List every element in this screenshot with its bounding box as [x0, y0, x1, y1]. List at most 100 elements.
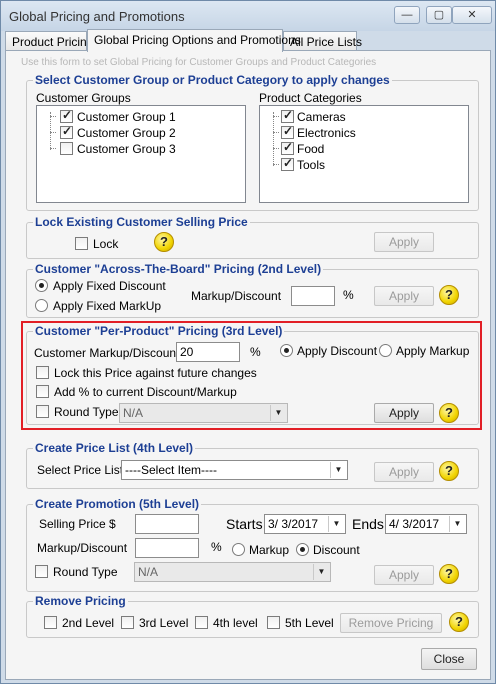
discount-label: Discount: [313, 543, 360, 557]
apply-fixed-markup-radio[interactable]: [35, 299, 48, 312]
markup-discount-label: Markup/Discount: [191, 289, 282, 303]
customer-group-1-checkbox[interactable]: [60, 108, 73, 123]
category-tools-checkbox[interactable]: [281, 156, 294, 171]
level2-markup-input[interactable]: [291, 286, 335, 306]
remove-level2-checkbox[interactable]: [44, 616, 57, 629]
product-categories-list[interactable]: Cameras Electronics Food Tools: [259, 105, 469, 203]
help-icon[interactable]: ?: [449, 612, 469, 632]
selling-price-label: Selling Price $: [39, 517, 116, 531]
help-icon[interactable]: ?: [439, 403, 459, 423]
remove-level4-checkbox[interactable]: [195, 616, 208, 629]
category-label: Electronics: [297, 126, 356, 140]
chevron-down-icon: ▼: [330, 462, 346, 478]
lock-label: Lock: [93, 237, 119, 251]
level5-markup-input[interactable]: [135, 538, 199, 558]
category-electronics-checkbox[interactable]: [281, 124, 294, 139]
remove-level5-label: 5th Level: [285, 616, 334, 630]
level5-round-type-select[interactable]: N/A ▼: [134, 562, 331, 582]
remove-pricing-button[interactable]: Remove Pricing: [340, 613, 442, 633]
add-percent-label: Add % to current Discount/Markup: [54, 385, 237, 399]
price-list-value: ----Select Item----: [125, 463, 217, 477]
category-label: Tools: [297, 158, 326, 172]
customer-group-label: Customer Group 1: [77, 110, 176, 124]
round-type-label: Round Type: [53, 565, 118, 579]
starts-label: Starts: [226, 516, 263, 532]
level4-apply-button[interactable]: Apply: [374, 462, 434, 482]
round-type-value: N/A: [138, 565, 159, 579]
tab-product-pricing[interactable]: Product Pricing: [5, 31, 93, 51]
select-price-list-label: Select Price List: [37, 463, 124, 477]
chevron-down-icon: ▼: [328, 516, 344, 532]
round-type-label: Round Type: [54, 405, 119, 419]
apply-markup-radio[interactable]: [379, 344, 392, 357]
customer-groups-label: Customer Groups: [36, 91, 131, 105]
starts-date-picker[interactable]: 3/ 3/2017 ▼: [264, 514, 346, 534]
round-type-checkbox[interactable]: [36, 405, 49, 418]
tab-global-pricing[interactable]: Global Pricing Options and Promotions: [87, 29, 301, 52]
help-icon[interactable]: ?: [439, 461, 459, 481]
apply-fixed-discount-radio[interactable]: [35, 279, 48, 292]
selling-price-input[interactable]: [135, 514, 199, 534]
category-label: Cameras: [297, 110, 346, 124]
apply-discount-radio[interactable]: [280, 344, 293, 357]
price-list-select[interactable]: ----Select Item---- ▼: [121, 460, 348, 480]
tree-line: [50, 112, 51, 150]
remove-level5-checkbox[interactable]: [267, 616, 280, 629]
section-title: Create Promotion (5th Level): [33, 497, 202, 511]
help-icon[interactable]: ?: [439, 564, 459, 584]
tab-label: Global Pricing Options and Promotions: [94, 33, 301, 47]
help-icon[interactable]: ?: [154, 232, 174, 252]
category-label: Food: [297, 142, 325, 156]
round-type-value: N/A: [123, 406, 144, 420]
markup-radio[interactable]: [232, 543, 245, 556]
add-percent-checkbox[interactable]: [36, 385, 49, 398]
lock-apply-button[interactable]: Apply: [374, 232, 434, 252]
product-categories-label: Product Categories: [259, 91, 362, 105]
markup-label: Markup: [249, 543, 290, 557]
tree-line: [273, 132, 279, 133]
level3-markup-input[interactable]: 20: [176, 342, 240, 362]
tree-line: [273, 148, 279, 149]
customer-group-2-checkbox[interactable]: [60, 124, 73, 139]
ends-date-value: 4/ 3/2017: [389, 517, 440, 531]
tree-line: [273, 112, 274, 166]
section-title: Customer "Across-The-Board" Pricing (2nd…: [33, 262, 324, 276]
discount-radio[interactable]: [296, 543, 309, 556]
customer-groups-list[interactable]: Customer Group 1 Customer Group 2 Custom…: [36, 105, 246, 203]
lock-price-label: Lock this Price against future changes: [54, 366, 257, 380]
maximize-icon[interactable]: ▢: [426, 6, 452, 24]
round-type-select[interactable]: N/A ▼: [119, 403, 288, 423]
category-food-checkbox[interactable]: [281, 140, 294, 155]
remove-level4-label: 4th level: [213, 616, 258, 630]
title-bar: Global Pricing and Promotions — ▢ ✕: [1, 1, 495, 31]
markup-discount-label: Markup/Discount: [37, 541, 128, 555]
remove-level2-label: 2nd Level: [62, 616, 115, 630]
section-title: Create Price List (4th Level): [33, 441, 196, 455]
chevron-down-icon: ▼: [313, 564, 329, 580]
tree-line: [273, 116, 279, 117]
help-icon[interactable]: ?: [439, 285, 459, 305]
ends-date-picker[interactable]: 4/ 3/2017 ▼: [385, 514, 467, 534]
lock-price-checkbox[interactable]: [36, 366, 49, 379]
level5-round-type-checkbox[interactable]: [35, 565, 48, 578]
tree-line: [50, 116, 56, 117]
section-title: Select Customer Group or Product Categor…: [33, 73, 392, 87]
remove-level3-label: 3rd Level: [139, 616, 189, 630]
apply-discount-label: Apply Discount: [297, 344, 378, 358]
tree-line: [50, 148, 56, 149]
close-icon[interactable]: ✕: [452, 6, 492, 24]
level3-apply-button[interactable]: Apply: [374, 403, 434, 423]
tree-line: [273, 164, 279, 165]
minimize-icon[interactable]: —: [394, 6, 420, 24]
close-button[interactable]: Close: [421, 648, 477, 670]
percent-label: %: [250, 345, 261, 359]
hint-text: Use this form to set Global Pricing for …: [21, 57, 377, 68]
remove-level3-checkbox[interactable]: [121, 616, 134, 629]
level2-apply-button[interactable]: Apply: [374, 286, 434, 306]
ends-label: Ends: [352, 516, 384, 532]
lock-checkbox[interactable]: [75, 237, 88, 250]
customer-group-3-checkbox[interactable]: [60, 142, 73, 155]
level5-apply-button[interactable]: Apply: [374, 565, 434, 585]
section-title: Customer "Per-Product" Pricing (3rd Leve…: [33, 324, 285, 338]
category-cameras-checkbox[interactable]: [281, 108, 294, 123]
